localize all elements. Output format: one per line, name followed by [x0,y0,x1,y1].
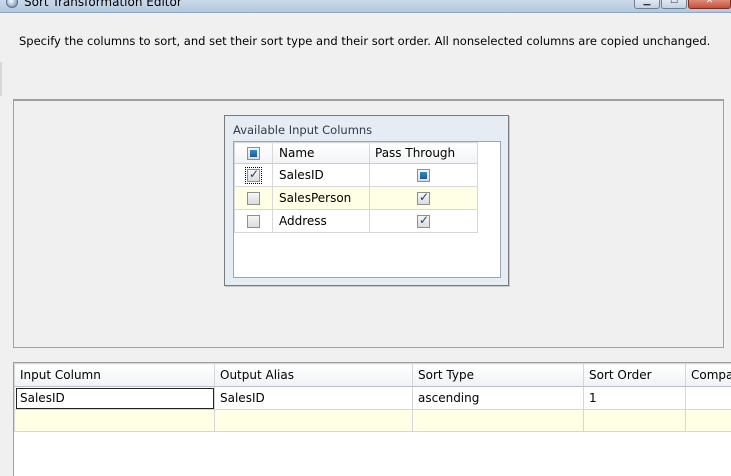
column-row-salesperson[interactable]: SalesPerson [234,186,478,210]
available-input-columns-box: Available Input Columns Name Pass Throug… [224,115,509,286]
name-column-header[interactable]: Name [272,142,370,164]
comparison-flags-cell[interactable] [685,386,731,410]
new-sort-type-cell[interactable] [412,409,584,432]
new-input-column-cell[interactable] [14,409,215,432]
select-all-header[interactable] [234,142,273,164]
title-bar: Sort Transformation Editor ▁ ☐ ✕ [0,0,731,13]
column-row-salesid[interactable]: SalesID [234,163,478,187]
column-row-address[interactable]: Address [234,209,478,233]
input-column-header[interactable]: Input Column [14,363,215,387]
description-text: Specify the columns to sort, and set the… [19,34,711,48]
maximize-icon: ☐ [669,0,679,6]
select-salesperson-checkbox[interactable] [247,192,260,205]
column-name: SalesID [272,163,370,187]
pass-through-salesperson-checkbox[interactable] [417,190,430,205]
output-alias-cell[interactable]: SalesID [214,386,413,410]
sort-order-header[interactable]: Sort Order [583,363,686,387]
available-input-columns-list[interactable]: Name Pass Through SalesID [233,141,501,278]
pass-through-cell[interactable] [369,163,478,187]
sort-columns-grid[interactable]: Input Column Output Alias Sort Type Sort… [13,362,731,476]
window-title: Sort Transformation Editor [24,0,182,9]
table-row[interactable]: SalesID SalesID ascending 1 [14,386,731,410]
maximize-button[interactable]: ☐ [661,0,687,9]
sort-type-header[interactable]: Sort Type [412,363,584,387]
select-address-checkbox[interactable] [247,215,260,228]
select-cell[interactable] [234,209,273,233]
close-icon: ✕ [705,0,714,6]
sort-grid-header-row: Input Column Output Alias Sort Type Sort… [14,363,731,387]
sort-order-cell[interactable]: 1 [583,386,686,410]
select-cell[interactable] [234,163,273,187]
new-comparison-flags-cell[interactable] [685,409,731,432]
pass-through-address-checkbox[interactable] [417,213,430,228]
available-columns-header-row: Name Pass Through [234,142,478,164]
minimize-icon: ▁ [643,0,651,6]
app-icon [6,0,18,8]
new-sort-order-cell[interactable] [583,409,686,432]
comparison-flags-header[interactable]: Comparison Flags [685,363,731,387]
sort-type-cell[interactable]: ascending [412,386,584,410]
new-output-alias-cell[interactable] [214,409,413,432]
new-row[interactable] [14,409,731,432]
available-input-columns-title: Available Input Columns [233,123,373,137]
minimize-button[interactable]: ▁ [634,0,660,9]
output-alias-header[interactable]: Output Alias [214,363,413,387]
left-divider [0,62,2,96]
pass-through-cell[interactable] [369,209,478,233]
available-columns-table: Name Pass Through SalesID [234,142,478,233]
sort-columns-table: Input Column Output Alias Sort Type Sort… [14,363,731,432]
column-name: Address [272,209,370,233]
select-salesid-checkbox[interactable] [245,167,262,184]
select-all-checkbox[interactable] [247,147,260,160]
pass-through-cell[interactable] [369,186,478,210]
select-cell[interactable] [234,186,273,210]
close-button[interactable]: ✕ [688,0,731,9]
pass-through-salesid-checkbox[interactable] [417,169,430,182]
column-name: SalesPerson [272,186,370,210]
pass-through-column-header[interactable]: Pass Through [369,142,478,164]
input-column-cell[interactable]: SalesID [14,386,215,410]
